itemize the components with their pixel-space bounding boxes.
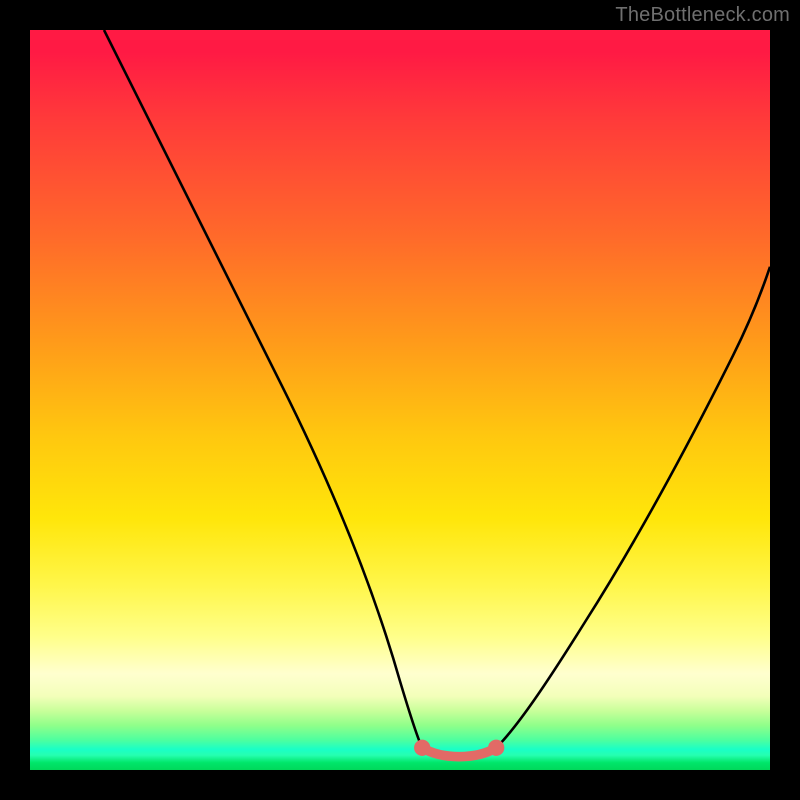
flat-endpoint-right xyxy=(488,740,504,756)
curve-svg xyxy=(30,30,770,770)
plot-area xyxy=(30,30,770,770)
curve-flat-minimum xyxy=(422,748,496,757)
curve-right-branch xyxy=(496,267,770,748)
watermark-label: TheBottleneck.com xyxy=(615,4,790,27)
flat-endpoint-left xyxy=(414,740,430,756)
chart-frame: TheBottleneck.com xyxy=(0,0,800,800)
curve-left-branch xyxy=(104,30,422,748)
